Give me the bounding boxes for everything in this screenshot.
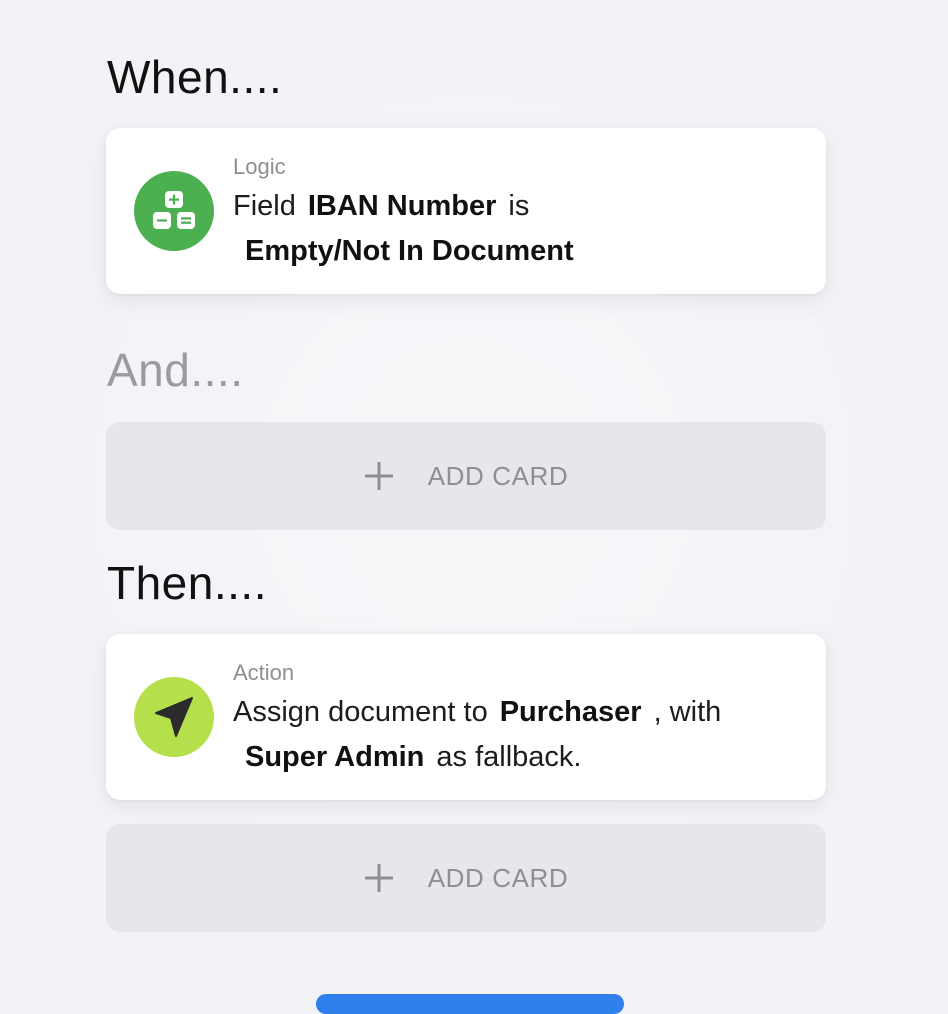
plus-icon xyxy=(364,462,393,490)
calculator-icon-glyph xyxy=(153,191,195,229)
navigation-arrow-icon-glyph xyxy=(155,697,193,737)
add-then-card-button[interactable]: ADD CARD xyxy=(106,824,826,932)
logic-condition-text: Field IBAN Number is Empty/Not In Document xyxy=(233,184,803,274)
condition-value[interactable]: Empty/Not In Document xyxy=(245,235,574,267)
condition-connector: is xyxy=(508,190,530,222)
action-card[interactable]: Action Assign document to Purchaser , with… xyxy=(106,634,826,800)
assignee-value[interactable]: Purchaser xyxy=(500,696,642,728)
field-name-value[interactable]: IBAN Number xyxy=(308,190,497,222)
navigation-arrow-icon xyxy=(134,677,214,757)
condition-prefix: Field xyxy=(233,190,296,222)
action-text: Assign document to Purchaser , with Super … xyxy=(233,690,803,780)
add-card-label: ADD CARD xyxy=(427,460,569,491)
action-suffix: as fallback. xyxy=(436,741,582,773)
and-heading: And.... xyxy=(107,344,244,396)
then-heading: Then.... xyxy=(107,557,267,609)
card-category-label: Logic xyxy=(233,154,286,179)
primary-button-partial[interactable] xyxy=(316,994,624,1014)
calculator-icon xyxy=(134,171,214,251)
add-card-label: ADD CARD xyxy=(427,862,569,893)
fallback-value[interactable]: Super Admin xyxy=(245,741,424,773)
action-prefix: Assign document to xyxy=(233,696,488,728)
action-connector: , with xyxy=(653,696,722,728)
add-and-card-button[interactable]: ADD CARD xyxy=(106,422,826,530)
logic-condition-card[interactable]: Logic Field IBAN Number is Empty/Not In Do… xyxy=(106,128,826,294)
card-category-label: Action xyxy=(233,660,295,685)
plus-icon xyxy=(364,864,393,892)
when-heading: When.... xyxy=(107,51,283,103)
